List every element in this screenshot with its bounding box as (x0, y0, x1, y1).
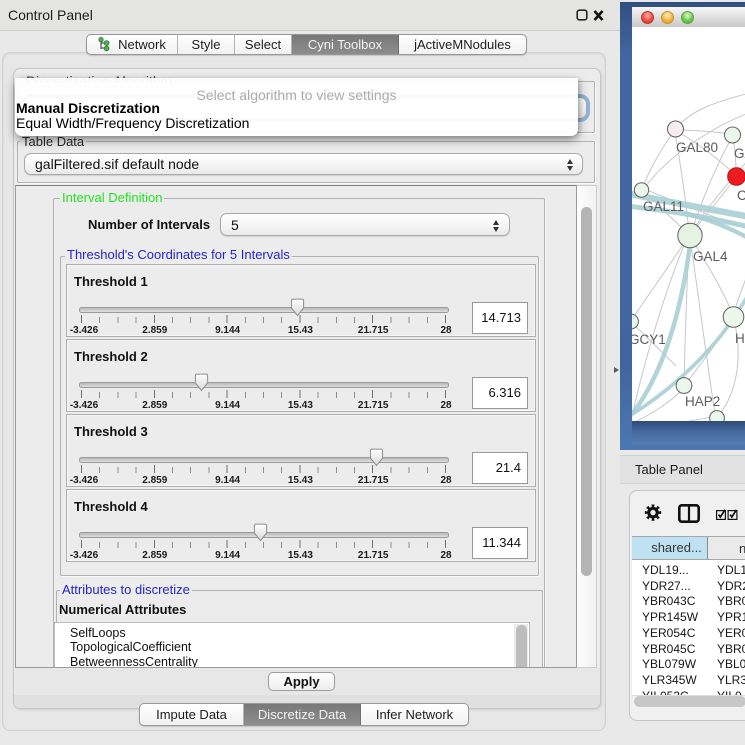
svg-text:C: C (737, 188, 745, 203)
svg-text:GAL4: GAL4 (693, 249, 728, 264)
svg-text:GCY1: GCY1 (632, 332, 666, 347)
svg-text:HAP2: HAP2 (685, 394, 720, 409)
svg-text:H: H (735, 331, 745, 346)
svg-text:GAL11: GAL11 (643, 199, 684, 214)
svg-text:GAL80: GAL80 (676, 140, 718, 155)
svg-text:GA: GA (734, 146, 745, 161)
